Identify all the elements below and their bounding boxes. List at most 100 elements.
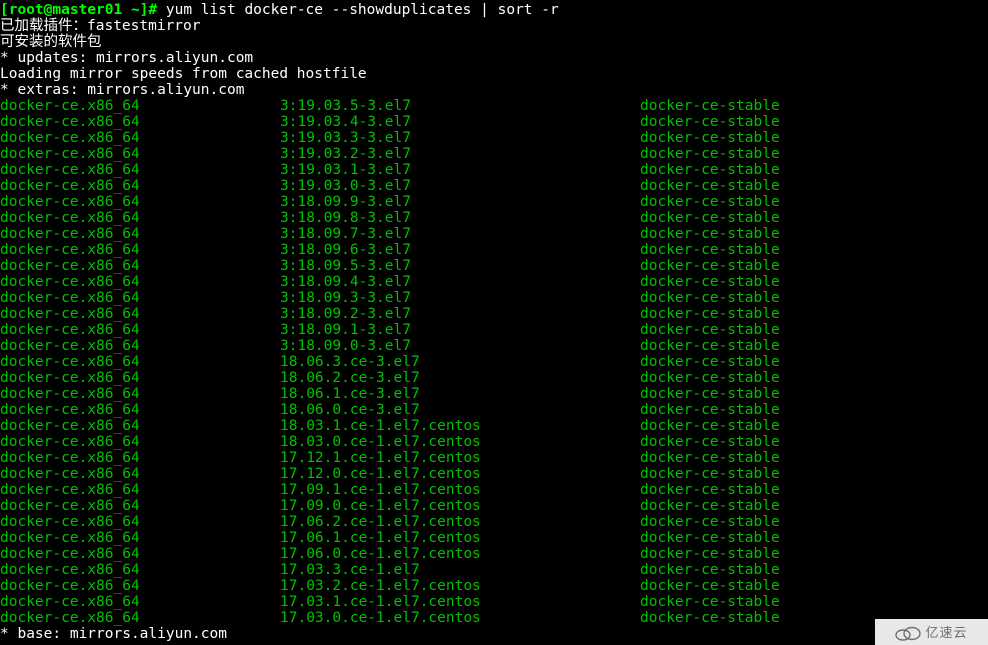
package-row: docker-ce.x86_6417.09.1.ce-1.el7.centosd… — [0, 482, 988, 498]
package-row: docker-ce.x86_6418.03.1.ce-1.el7.centosd… — [0, 418, 988, 434]
package-row: docker-ce.x86_643:18.09.0-3.el7docker-ce… — [0, 338, 988, 354]
package-version: 3:19.03.4-3.el7 — [280, 114, 640, 130]
package-repo: docker-ce-stable — [640, 114, 780, 130]
package-name: docker-ce.x86_64 — [0, 178, 280, 194]
package-name: docker-ce.x86_64 — [0, 578, 280, 594]
package-name: docker-ce.x86_64 — [0, 274, 280, 290]
package-repo: docker-ce-stable — [640, 434, 780, 450]
package-version: 17.03.1.ce-1.el7.centos — [280, 594, 640, 610]
package-name: docker-ce.x86_64 — [0, 354, 280, 370]
package-version: 3:18.09.5-3.el7 — [280, 258, 640, 274]
package-row: docker-ce.x86_6417.06.0.ce-1.el7.centosd… — [0, 546, 988, 562]
package-repo: docker-ce-stable — [640, 130, 780, 146]
package-version: 3:19.03.3-3.el7 — [280, 130, 640, 146]
tail-block: * base: mirrors.aliyun.com — [0, 626, 988, 642]
package-version: 17.06.0.ce-1.el7.centos — [280, 546, 640, 562]
package-row: docker-ce.x86_6418.06.3.ce-3.el7docker-c… — [0, 354, 988, 370]
package-version: 3:19.03.0-3.el7 — [280, 178, 640, 194]
package-row: docker-ce.x86_643:19.03.1-3.el7docker-ce… — [0, 162, 988, 178]
package-version: 18.06.2.ce-3.el7 — [280, 370, 640, 386]
package-row: docker-ce.x86_6417.03.2.ce-1.el7.centosd… — [0, 578, 988, 594]
package-version: 18.03.1.ce-1.el7.centos — [280, 418, 640, 434]
package-version: 17.09.1.ce-1.el7.centos — [280, 482, 640, 498]
package-version: 3:18.09.1-3.el7 — [280, 322, 640, 338]
package-name: docker-ce.x86_64 — [0, 146, 280, 162]
package-repo: docker-ce-stable — [640, 258, 780, 274]
package-repo: docker-ce-stable — [640, 466, 780, 482]
package-name: docker-ce.x86_64 — [0, 98, 280, 114]
package-version: 17.12.1.ce-1.el7.centos — [280, 450, 640, 466]
package-repo: docker-ce-stable — [640, 386, 780, 402]
package-version: 18.06.3.ce-3.el7 — [280, 354, 640, 370]
package-version: 3:19.03.2-3.el7 — [280, 146, 640, 162]
package-row: docker-ce.x86_643:18.09.4-3.el7docker-ce… — [0, 274, 988, 290]
package-row: docker-ce.x86_6418.06.1.ce-3.el7docker-c… — [0, 386, 988, 402]
package-name: docker-ce.x86_64 — [0, 338, 280, 354]
package-repo: docker-ce-stable — [640, 146, 780, 162]
package-version: 17.03.0.ce-1.el7.centos — [280, 610, 640, 626]
package-version: 3:18.09.4-3.el7 — [280, 274, 640, 290]
package-version: 17.03.3.ce-1.el7 — [280, 562, 640, 578]
watermark: 亿速云 — [875, 619, 988, 645]
package-repo: docker-ce-stable — [640, 162, 780, 178]
package-row: docker-ce.x86_643:18.09.6-3.el7docker-ce… — [0, 242, 988, 258]
package-repo: docker-ce-stable — [640, 450, 780, 466]
package-row: docker-ce.x86_6417.12.0.ce-1.el7.centosd… — [0, 466, 988, 482]
package-version: 18.03.0.ce-1.el7.centos — [280, 434, 640, 450]
package-version: 18.06.1.ce-3.el7 — [280, 386, 640, 402]
package-version: 18.06.0.ce-3.el7 — [280, 402, 640, 418]
package-repo: docker-ce-stable — [640, 402, 780, 418]
package-repo: docker-ce-stable — [640, 578, 780, 594]
package-row: docker-ce.x86_643:19.03.3-3.el7docker-ce… — [0, 130, 988, 146]
package-row: docker-ce.x86_6417.09.0.ce-1.el7.centosd… — [0, 498, 988, 514]
prompt-user-host: [root@master01 ~]# — [0, 2, 157, 18]
package-version: 17.03.2.ce-1.el7.centos — [280, 578, 640, 594]
package-repo: docker-ce-stable — [640, 482, 780, 498]
package-row: docker-ce.x86_643:18.09.8-3.el7docker-ce… — [0, 210, 988, 226]
package-row: docker-ce.x86_643:18.09.1-3.el7docker-ce… — [0, 322, 988, 338]
watermark-text: 亿速云 — [925, 625, 967, 641]
package-version: 3:18.09.7-3.el7 — [280, 226, 640, 242]
preamble-line: 已加载插件：fastestmirror — [0, 18, 988, 34]
tail-line: * base: mirrors.aliyun.com — [0, 626, 988, 642]
package-name: docker-ce.x86_64 — [0, 242, 280, 258]
package-name: docker-ce.x86_64 — [0, 370, 280, 386]
package-repo: docker-ce-stable — [640, 514, 780, 530]
package-version: 3:18.09.9-3.el7 — [280, 194, 640, 210]
cloud-icon — [895, 625, 921, 641]
package-version: 17.06.2.ce-1.el7.centos — [280, 514, 640, 530]
package-name: docker-ce.x86_64 — [0, 322, 280, 338]
package-row: docker-ce.x86_643:19.03.4-3.el7docker-ce… — [0, 114, 988, 130]
package-row: docker-ce.x86_6418.03.0.ce-1.el7.centosd… — [0, 434, 988, 450]
package-repo: docker-ce-stable — [640, 306, 780, 322]
package-name: docker-ce.x86_64 — [0, 482, 280, 498]
package-repo: docker-ce-stable — [640, 178, 780, 194]
package-version: 3:18.09.2-3.el7 — [280, 306, 640, 322]
package-row: docker-ce.x86_6418.06.0.ce-3.el7docker-c… — [0, 402, 988, 418]
package-row: docker-ce.x86_6417.03.1.ce-1.el7.centosd… — [0, 594, 988, 610]
package-repo: docker-ce-stable — [640, 98, 780, 114]
package-version: 3:19.03.5-3.el7 — [280, 98, 640, 114]
package-repo: docker-ce-stable — [640, 210, 780, 226]
package-row: docker-ce.x86_6417.03.0.ce-1.el7.centosd… — [0, 610, 988, 626]
package-version: 3:18.09.0-3.el7 — [280, 338, 640, 354]
package-version: 3:19.03.1-3.el7 — [280, 162, 640, 178]
package-repo: docker-ce-stable — [640, 530, 780, 546]
package-row: docker-ce.x86_643:18.09.3-3.el7docker-ce… — [0, 290, 988, 306]
package-name: docker-ce.x86_64 — [0, 130, 280, 146]
package-name: docker-ce.x86_64 — [0, 498, 280, 514]
package-name: docker-ce.x86_64 — [0, 226, 280, 242]
terminal[interactable]: [root@master01 ~]# yum list docker-ce --… — [0, 0, 988, 645]
package-version: 3:18.09.3-3.el7 — [280, 290, 640, 306]
package-version: 3:18.09.6-3.el7 — [280, 242, 640, 258]
package-name: docker-ce.x86_64 — [0, 610, 280, 626]
package-name: docker-ce.x86_64 — [0, 258, 280, 274]
package-name: docker-ce.x86_64 — [0, 466, 280, 482]
package-name: docker-ce.x86_64 — [0, 162, 280, 178]
package-name: docker-ce.x86_64 — [0, 194, 280, 210]
package-version: 3:18.09.8-3.el7 — [280, 210, 640, 226]
package-name: docker-ce.x86_64 — [0, 546, 280, 562]
package-repo: docker-ce-stable — [640, 610, 780, 626]
prompt-line: [root@master01 ~]# yum list docker-ce --… — [0, 2, 988, 18]
package-repo: docker-ce-stable — [640, 290, 780, 306]
